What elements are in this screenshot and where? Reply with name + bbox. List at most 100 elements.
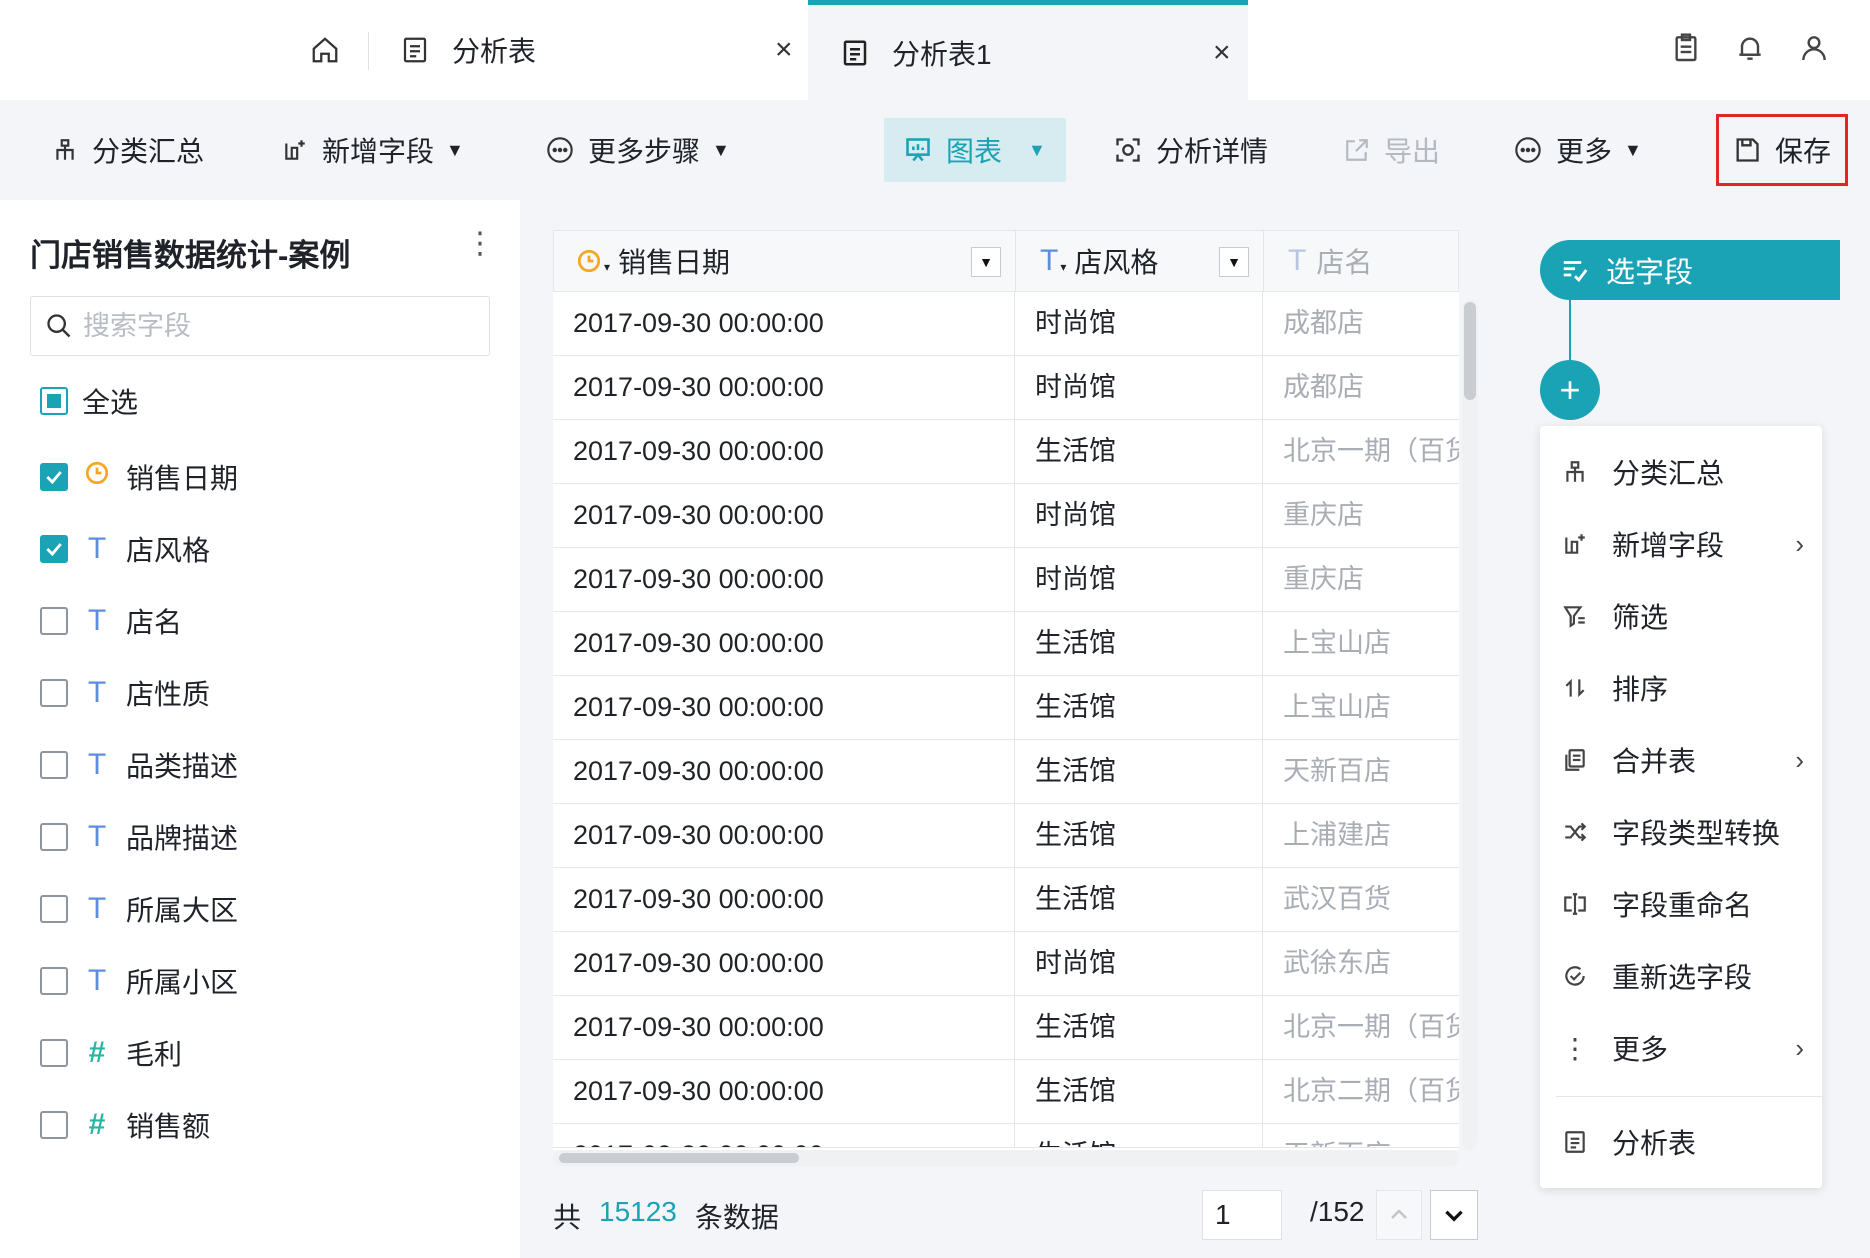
page-number-input[interactable] xyxy=(1202,1190,1282,1240)
menu-item-label: 字段类型转换 xyxy=(1612,818,1781,849)
menu-item-group-summary[interactable]: 分类汇总 xyxy=(1560,442,1810,502)
table-row[interactable]: 2017-09-30 00:00:00 生活馆 上宝山店 xyxy=(553,612,1459,676)
table-cell: 天新百店 xyxy=(1283,756,1391,786)
menu-item-label: 合并表 xyxy=(1612,746,1697,777)
sort-icon xyxy=(1560,673,1590,703)
table-row[interactable]: 2017-09-30 00:00:00 生活馆 北京二期（百货 xyxy=(553,1060,1459,1124)
field-item-sales-date[interactable]: 销售日期 xyxy=(40,452,238,502)
table-row[interactable]: 2017-09-30 00:00:00生活馆天新百店 xyxy=(553,740,1459,804)
checkbox[interactable] xyxy=(40,967,68,995)
horizontal-scroll-thumb[interactable] xyxy=(559,1153,799,1163)
menu-item-analysis-table[interactable]: 分析表 xyxy=(1560,1112,1810,1172)
close-icon[interactable]: × xyxy=(1213,36,1231,70)
add-field-button[interactable]: 新增字段 ▼ xyxy=(282,118,464,182)
field-item-gross-profit[interactable]: # 毛利 xyxy=(40,1028,182,1078)
column-dropdown-button[interactable]: ▼ xyxy=(971,247,1001,277)
clock-icon xyxy=(82,460,112,494)
close-icon[interactable]: × xyxy=(775,33,793,67)
field-name: 店性质 xyxy=(126,679,211,710)
more-steps-button[interactable]: 更多步骤 ▼ xyxy=(546,118,730,182)
table-row[interactable]: 2017-09-30 00:00:00 生活馆 北京一期（百货 xyxy=(553,420,1459,484)
user-icon[interactable] xyxy=(1798,32,1830,64)
search-input[interactable] xyxy=(83,310,453,342)
checkbox[interactable] xyxy=(40,895,68,923)
page-up-button[interactable] xyxy=(1376,1190,1422,1240)
more-vertical-icon[interactable]: ⋮ xyxy=(465,226,495,261)
table-row[interactable]: 2017-09-30 00:00:00 生活馆 上浦建店 xyxy=(553,804,1459,868)
analysis-detail-button[interactable]: 分析详情 xyxy=(1114,118,1268,182)
menu-item-filter[interactable]: 筛选 xyxy=(1560,586,1810,646)
export-button[interactable]: 导出 xyxy=(1344,118,1440,182)
field-item-brand[interactable]: T 品牌描述 xyxy=(40,812,238,862)
document-icon xyxy=(843,40,867,65)
column-header-store-style[interactable]: T ▾ 店风格 ▼ xyxy=(1016,231,1264,291)
text-type-icon: T xyxy=(87,748,107,781)
menu-item-reselect[interactable]: 重新选字段 xyxy=(1560,946,1810,1006)
column-header-sales-date[interactable]: ▾ 销售日期 ▼ xyxy=(554,231,1016,291)
menu-item-merge-table[interactable]: 合并表 › xyxy=(1560,730,1810,790)
field-item-category[interactable]: T 品类描述 xyxy=(40,740,238,790)
menu-item-rename[interactable]: 字段重命名 xyxy=(1560,874,1810,934)
checkbox[interactable] xyxy=(40,679,68,707)
field-item-region[interactable]: T 所属大区 xyxy=(40,884,238,934)
table-row[interactable]: 2017-09-30 00:00:00 生活馆 北京一期（百货 xyxy=(553,996,1459,1060)
select-all-label: 全选 xyxy=(82,387,139,418)
tab-home[interactable] xyxy=(285,0,365,100)
table-row[interactable]: 2017-09-30 00:00:00 生活馆 上宝山店 xyxy=(553,676,1459,740)
checkbox[interactable] xyxy=(40,751,68,779)
table-cell: 2017-09-30 00:00:00 xyxy=(553,676,1015,739)
clipboard-icon[interactable] xyxy=(1670,32,1702,64)
table-row[interactable]: 2017-09-30 00:00:00 时尚馆 重庆店 xyxy=(553,484,1459,548)
checkbox-checked[interactable] xyxy=(40,463,68,491)
more-steps-label: 更多步骤 xyxy=(588,136,701,167)
table-row[interactable]: 2017-09-30 00:00:00 时尚馆 武徐东店 xyxy=(553,932,1459,996)
more-button[interactable]: 更多 ▼ xyxy=(1514,118,1642,182)
tab-analysis-table[interactable]: 分析表 × xyxy=(400,0,800,100)
clock-icon xyxy=(577,249,601,273)
table-row[interactable]: 2017-09-30 00:00:00 时尚馆 成都店 xyxy=(553,292,1459,356)
group-summary-button[interactable]: 分类汇总 xyxy=(52,118,204,182)
page-down-button[interactable] xyxy=(1430,1190,1478,1240)
plus-icon[interactable]: + xyxy=(1540,360,1600,420)
table-row[interactable]: 2017-09-30 00:00:00 时尚馆 成都店 xyxy=(553,356,1459,420)
document-icon xyxy=(1560,1127,1590,1157)
chevron-down-icon xyxy=(1445,1210,1463,1222)
table-row[interactable]: 2017-09-30 00:00:00生活馆天新百店 xyxy=(553,1124,1459,1148)
vertical-scrollbar[interactable] xyxy=(1462,300,1478,1150)
tab-analysis-table-1[interactable]: 分析表1 × xyxy=(808,0,1248,100)
field-name: 店风格 xyxy=(126,535,211,566)
step-select-fields[interactable]: 选字段 xyxy=(1540,240,1840,300)
field-item-sales-amount[interactable]: # 销售额 xyxy=(40,1100,210,1150)
table-row[interactable]: 2017-09-30 00:00:00 生活馆 武汉百货 xyxy=(553,868,1459,932)
search-field[interactable] xyxy=(30,296,490,356)
checkbox[interactable] xyxy=(40,1111,68,1139)
checkbox-partial[interactable] xyxy=(40,387,68,415)
table-cell: 时尚馆 xyxy=(1015,292,1263,355)
table-cell: 生活馆 xyxy=(1015,1124,1263,1147)
reselect-icon xyxy=(1560,961,1590,991)
field-item-store-style[interactable]: T 店风格 xyxy=(40,524,210,574)
menu-item-more[interactable]: ⋮ 更多 › xyxy=(1560,1018,1810,1078)
select-all-checkbox[interactable]: 全选 xyxy=(40,376,138,426)
vertical-scroll-thumb[interactable] xyxy=(1464,302,1476,400)
bell-icon[interactable] xyxy=(1734,32,1766,64)
table-cell: 生活馆 xyxy=(1015,804,1263,867)
checkbox-checked[interactable] xyxy=(40,535,68,563)
checkbox[interactable] xyxy=(40,823,68,851)
table-cell: 天新百店 xyxy=(1263,1124,1459,1147)
field-item-subregion[interactable]: T 所属小区 xyxy=(40,956,238,1006)
table-row[interactable]: 2017-09-30 00:00:00 时尚馆 重庆店 xyxy=(553,548,1459,612)
checkbox[interactable] xyxy=(40,1039,68,1067)
more-label: 更多 xyxy=(1556,136,1613,167)
checkbox[interactable] xyxy=(40,607,68,635)
save-button[interactable]: 保存 xyxy=(1716,114,1849,186)
field-item-store-nature[interactable]: T 店性质 xyxy=(40,668,210,718)
chart-button[interactable]: 图表 ▼ xyxy=(884,118,1066,182)
menu-item-add-field[interactable]: 新增字段 › xyxy=(1560,514,1810,574)
menu-item-sort[interactable]: 排序 xyxy=(1560,658,1810,718)
column-dropdown-button[interactable]: ▼ xyxy=(1219,247,1249,277)
menu-item-label: 筛选 xyxy=(1612,602,1669,633)
field-item-store-name[interactable]: T 店名 xyxy=(40,596,182,646)
column-header-store-name[interactable]: T 店名 xyxy=(1264,231,1460,291)
menu-item-type-convert[interactable]: 字段类型转换 xyxy=(1560,802,1810,862)
